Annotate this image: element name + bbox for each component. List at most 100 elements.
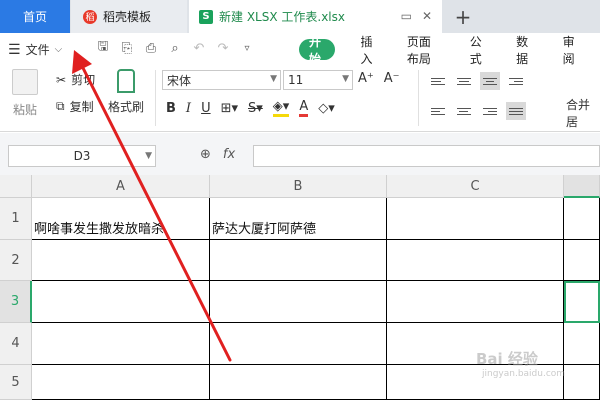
redo-icon[interactable]: ↷ (215, 40, 231, 56)
zoom-icon[interactable]: ⊕ (200, 147, 211, 162)
clear-format-icon[interactable]: ◇▾ (318, 99, 335, 117)
cut-label: 剪切 (71, 73, 96, 87)
row-header-1[interactable]: 1 (0, 198, 32, 240)
cell-d3-selected[interactable] (564, 281, 600, 323)
divider (155, 70, 156, 126)
watermark-text: Bai 经验 (476, 350, 538, 368)
alignment-group (428, 72, 528, 120)
cell-c1[interactable] (387, 198, 564, 240)
print-icon[interactable]: ⎙ (143, 40, 159, 56)
print-preview-icon[interactable]: ⌕ (167, 40, 183, 56)
chevron-down-icon: ▼ (270, 74, 277, 84)
undo-icon[interactable]: ↶ (191, 40, 207, 56)
align-left-icon[interactable] (428, 102, 448, 120)
docer-icon: 稻 (83, 9, 97, 24)
file-menu-label: 文件 (25, 43, 50, 57)
justify-icon[interactable] (506, 102, 526, 120)
borders-icon[interactable]: ⊞▾ (221, 99, 238, 117)
column-header-b[interactable]: B (210, 175, 387, 198)
cell-d5[interactable] (564, 365, 600, 400)
formula-input[interactable] (253, 145, 600, 167)
font-name-select[interactable]: 宋体 ▼ (162, 70, 281, 90)
ribbon-tabs: 开始 插入 页面布局 公式 数据 审阅 (299, 35, 600, 66)
align-right-icon[interactable] (480, 102, 500, 120)
cell-b4[interactable] (210, 323, 387, 365)
cell-b1[interactable]: 萨达大厦打阿萨德 (210, 198, 387, 240)
window-icon[interactable]: ▭ (401, 9, 412, 23)
cell-a5[interactable] (32, 365, 210, 400)
file-menu-button[interactable]: ☰ 文件 ⌵ (8, 41, 62, 58)
tab-review-label: 审阅 (562, 34, 575, 66)
cell-b3[interactable] (210, 281, 387, 323)
italic-button[interactable]: I (186, 99, 191, 117)
align-middle-icon[interactable] (454, 72, 474, 90)
font-name-value: 宋体 (167, 73, 192, 88)
column-header-c[interactable]: C (387, 175, 564, 198)
cell-c2[interactable] (387, 240, 564, 281)
cell-a4[interactable] (32, 323, 210, 365)
align-center-icon[interactable] (454, 102, 474, 120)
cell-d4[interactable] (564, 323, 600, 365)
column-header-d[interactable] (564, 175, 600, 198)
export-icon[interactable]: ⎘ (119, 40, 135, 56)
fill-color-icon[interactable]: ◈▾ (272, 99, 290, 117)
font-size-select[interactable]: 11 ▼ (283, 70, 353, 90)
fx-icon[interactable]: fx (223, 147, 235, 162)
underline-button[interactable]: U (201, 99, 211, 117)
name-box[interactable]: D3 ▼ (8, 145, 156, 167)
paste-button[interactable]: 粘贴 (8, 69, 42, 118)
tab-insert-label: 插入 (360, 34, 373, 66)
strikethrough-icon[interactable]: S▾ (248, 99, 263, 117)
font-size-value: 11 (288, 73, 304, 87)
row-header-3[interactable]: 3 (0, 281, 32, 323)
tab-page-layout[interactable]: 页面布局 (398, 35, 449, 66)
new-tab-button[interactable]: + (450, 0, 476, 33)
tab-formulas[interactable]: 公式 (461, 35, 495, 66)
shrink-font-button[interactable]: A⁻ (384, 71, 400, 86)
save-icon[interactable]: 🖫 (95, 39, 111, 56)
cell-a1[interactable]: 啊啥事发生撒发放暗杀 (32, 198, 210, 240)
chevron-down-icon: ▼ (145, 151, 152, 161)
tab-current-file[interactable]: S 新建 XLSX 工作表.xlsx ▭ ✕ (189, 0, 442, 33)
cell-a3[interactable] (32, 281, 210, 323)
font-color-button[interactable]: A (299, 99, 309, 117)
copy-button[interactable]: ⧉ 复制 (56, 98, 94, 115)
merge-center-button[interactable]: 合并居 (566, 74, 600, 130)
formula-tools: ⊕ fx (200, 147, 235, 162)
cell-c3[interactable] (387, 281, 564, 323)
column-header-a[interactable]: A (32, 175, 210, 198)
tab-start[interactable]: 开始 (299, 35, 336, 66)
tab-insert[interactable]: 插入 (351, 35, 385, 66)
align-top-icon[interactable] (428, 72, 448, 90)
indent-decrease-icon[interactable] (506, 72, 526, 90)
row-header-5[interactable]: 5 (0, 365, 32, 400)
format-painter-button[interactable]: 格式刷 (108, 69, 144, 115)
tab-data-label: 数据 (516, 34, 529, 66)
row-header-2[interactable]: 2 (0, 240, 32, 281)
close-icon[interactable]: ✕ (422, 9, 432, 23)
grow-font-button[interactable]: A⁺ (358, 71, 374, 86)
watermark-sub: jingyan.baidu.com (482, 369, 566, 379)
spreadsheet-icon: S (199, 9, 213, 24)
customize-chevron-icon[interactable]: ▿ (239, 40, 255, 56)
cell-b5[interactable] (210, 365, 387, 400)
cell-d2[interactable] (564, 240, 600, 281)
scissors-icon: ✂ (56, 72, 67, 87)
tab-templates[interactable]: 稻 稻壳模板 (71, 0, 187, 33)
tab-review[interactable]: 审阅 (554, 35, 588, 66)
bold-button[interactable]: B (166, 99, 176, 117)
chevron-down-icon: ▼ (342, 74, 349, 84)
copy-icon: ⧉ (56, 99, 65, 113)
cut-button[interactable]: ✂ 剪切 (56, 71, 95, 88)
select-all-corner[interactable] (0, 175, 32, 198)
font-size-adjust: A⁺ A⁻ (358, 71, 400, 86)
row-header-4[interactable]: 4 (0, 323, 32, 365)
align-bottom-icon[interactable] (480, 72, 500, 90)
tab-data[interactable]: 数据 (507, 35, 541, 66)
cell-d1[interactable] (564, 198, 600, 240)
font-format-row: B I U ⊞▾ S▾ ◈▾ A ◇▾ (166, 99, 335, 117)
tab-home[interactable]: 首页 (0, 0, 70, 33)
merge-center-label: 合并居 (566, 98, 591, 129)
cell-b2[interactable] (210, 240, 387, 281)
cell-a2[interactable] (32, 240, 210, 281)
